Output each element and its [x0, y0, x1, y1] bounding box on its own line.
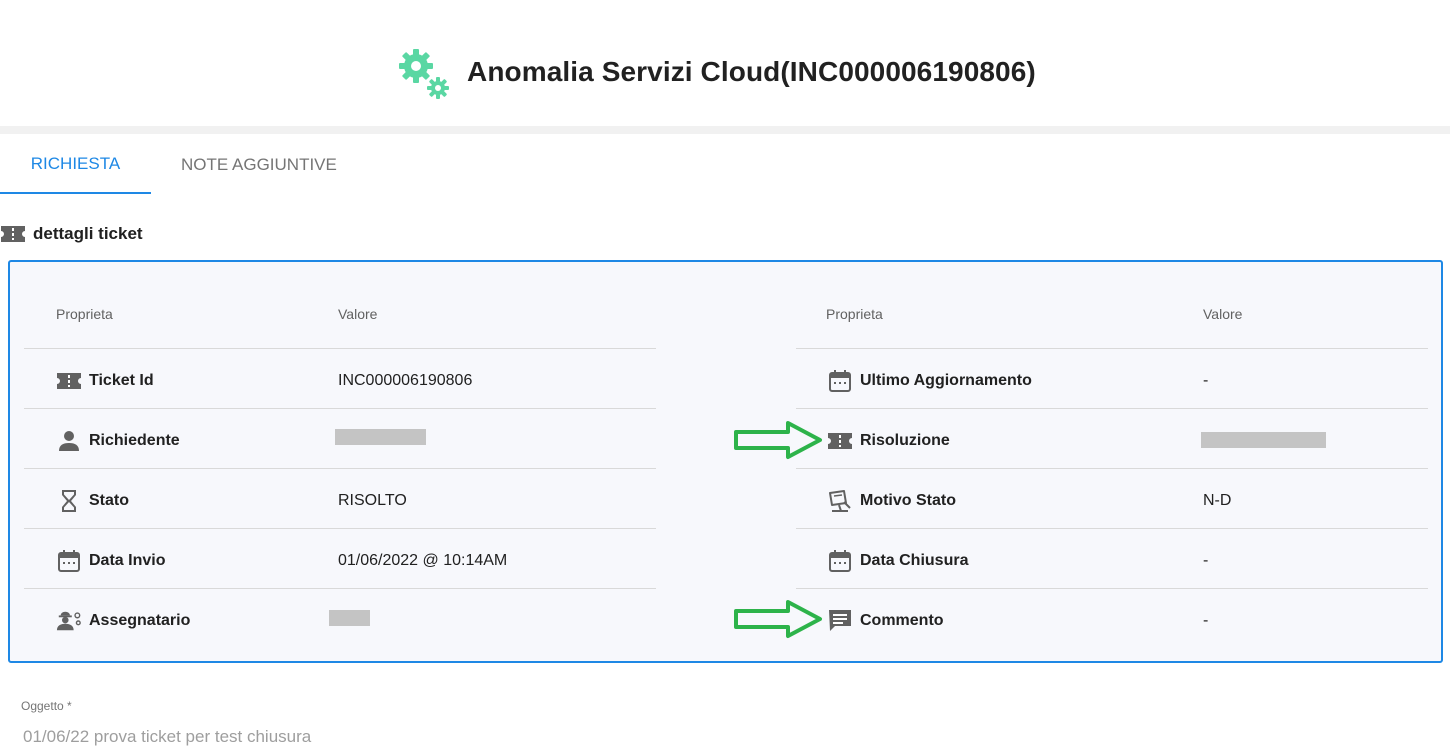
calendar-icon	[827, 368, 853, 394]
property-label: Commento	[860, 612, 944, 629]
details-table-right: Proprieta Valore Ultimo Aggiornamento - …	[796, 262, 1428, 648]
table-header: Proprieta Valore	[24, 262, 656, 349]
details-panel: Proprieta Valore Ticket Id INC0000061908…	[8, 260, 1443, 663]
redacted-value	[329, 610, 370, 626]
property-value: RISOLTO	[338, 492, 407, 509]
table-header: Proprieta Valore	[796, 262, 1428, 349]
property-label: Ticket Id	[89, 372, 154, 389]
table-row: Richiedente	[24, 409, 656, 469]
table-row: Commento -	[796, 589, 1428, 648]
person-icon	[56, 428, 82, 454]
property-label: Stato	[89, 492, 129, 509]
tab-note-aggiuntive[interactable]: NOTE AGGIUNTIVE	[151, 136, 367, 194]
page-title: Anomalia Servizi Cloud(INC000006190806)	[467, 56, 1036, 87]
redacted-value	[1201, 432, 1326, 448]
column-header-valore: Valore	[338, 306, 378, 322]
annotation-arrow-icon	[734, 600, 822, 638]
column-header-valore: Valore	[1203, 306, 1243, 322]
property-value: -	[1203, 372, 1209, 389]
page-header: Anomalia Servizi Cloud(INC000006190806)	[0, 0, 1450, 128]
gears-icon	[399, 49, 449, 99]
section-title: dettagli ticket	[0, 224, 143, 244]
table-row: Ultimo Aggiornamento -	[796, 349, 1428, 409]
property-value: -	[1203, 612, 1209, 629]
column-header-proprieta: Proprieta	[826, 306, 883, 322]
property-value: -	[1203, 552, 1209, 569]
table-row: Data Chiusura -	[796, 529, 1428, 589]
calendar-icon	[56, 548, 82, 574]
column-header-proprieta: Proprieta	[56, 306, 113, 322]
property-value: INC000006190806	[338, 372, 473, 389]
ticket-icon	[827, 428, 853, 454]
hourglass-icon	[56, 488, 82, 514]
property-label: Risoluzione	[860, 432, 950, 449]
calendar-icon	[827, 548, 853, 574]
property-label: Data Chiusura	[860, 552, 969, 569]
annotation-arrow-icon	[734, 421, 822, 459]
header-divider	[0, 126, 1450, 134]
table-row: Data Invio 01/06/2022 @ 10:14AM	[24, 529, 656, 589]
property-label: Data Invio	[89, 552, 166, 569]
tab-bar: RICHIESTA NOTE AGGIUNTIVE	[0, 136, 367, 194]
property-label: Richiedente	[89, 432, 180, 449]
details-table-left: Proprieta Valore Ticket Id INC0000061908…	[24, 262, 656, 648]
oggetto-label: Oggetto *	[21, 699, 72, 713]
property-value: 01/06/2022 @ 10:14AM	[338, 552, 508, 569]
engineer-icon	[56, 608, 82, 634]
table-row: Risoluzione	[796, 409, 1428, 469]
title-wrap: Anomalia Servizi Cloud(INC000006190806)	[396, 46, 1036, 102]
ticket-icon	[56, 368, 82, 394]
table-row: Ticket Id INC000006190806	[24, 349, 656, 409]
property-label: Motivo Stato	[860, 492, 956, 509]
table-row: Stato RISOLTO	[24, 469, 656, 529]
table-row: Motivo Stato N-D	[796, 469, 1428, 529]
section-title-text: dettagli ticket	[33, 224, 143, 243]
ticket-icon	[1, 226, 25, 242]
comment-icon	[827, 608, 853, 634]
redacted-value	[335, 429, 426, 445]
tab-richiesta[interactable]: RICHIESTA	[0, 136, 151, 194]
oggetto-field[interactable]: 01/06/22 prova ticket per test chiusura	[23, 727, 311, 747]
table-row: Assegnatario	[24, 589, 656, 648]
property-label: Assegnatario	[89, 612, 191, 629]
property-label: Ultimo Aggiornamento	[860, 372, 1032, 389]
sign-icon	[827, 488, 853, 514]
property-value: N-D	[1203, 492, 1232, 509]
